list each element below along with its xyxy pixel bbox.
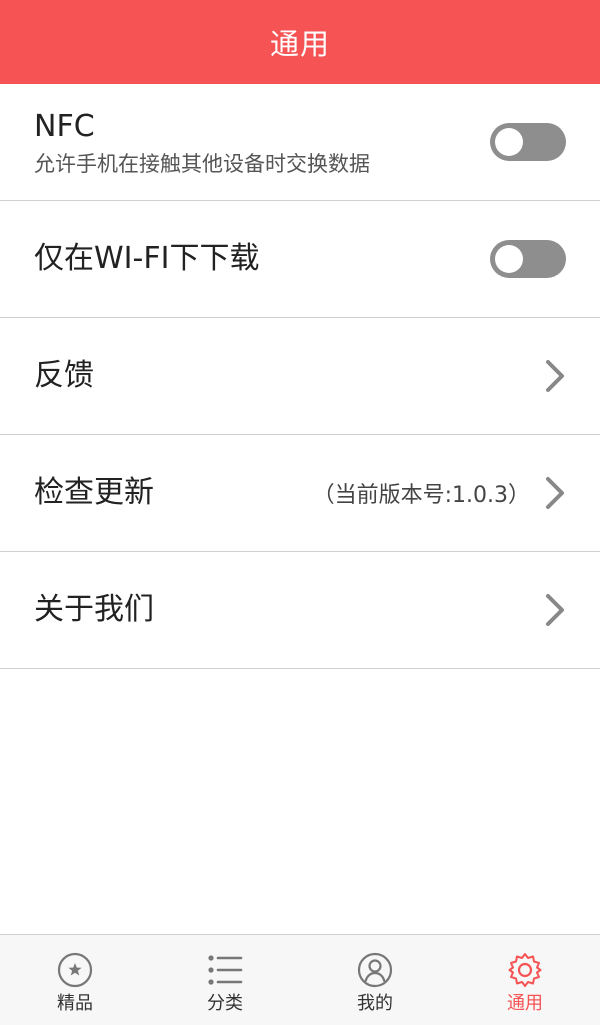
about-label: 关于我们 <box>34 592 154 627</box>
version-text: （当前版本号:1.0.3） <box>312 483 530 508</box>
tab-mine[interactable]: 我的 <box>300 935 450 1025</box>
setting-row-about[interactable]: 关于我们 <box>0 552 600 669</box>
gear-icon <box>508 953 542 987</box>
setting-row-check-update[interactable]: 检查更新 （当前版本号:1.0.3） <box>0 435 600 552</box>
chevron-right-icon <box>546 594 564 626</box>
nfc-description: 允许手机在接触其他设备时交换数据 <box>34 152 370 176</box>
tab-general-label: 通用 <box>507 993 543 1014</box>
check-update-label: 检查更新 <box>34 475 154 510</box>
nfc-toggle-knob <box>495 128 523 156</box>
tab-featured[interactable]: 精品 <box>0 935 150 1025</box>
chevron-right-icon <box>546 360 564 392</box>
wifi-only-toggle[interactable] <box>490 240 566 278</box>
settings-list: NFC 允许手机在接触其他设备时交换数据 仅在WI-FI下下载 反馈 检查更新 … <box>0 84 600 669</box>
wifi-only-toggle-knob <box>495 245 523 273</box>
tab-featured-label: 精品 <box>57 993 93 1014</box>
setting-row-nfc: NFC 允许手机在接触其他设备时交换数据 <box>0 84 600 201</box>
setting-row-wifi-only: 仅在WI-FI下下载 <box>0 201 600 318</box>
nfc-label: NFC <box>34 109 95 144</box>
star-circle-icon <box>57 952 93 988</box>
chevron-right-icon <box>546 477 564 509</box>
tab-general[interactable]: 通用 <box>450 935 600 1025</box>
nfc-toggle[interactable] <box>490 123 566 161</box>
tab-category[interactable]: 分类 <box>150 935 300 1025</box>
top-bar: 通用 <box>0 0 600 84</box>
bottom-tab-bar: 精品 分类 我的 通用 <box>0 934 600 1025</box>
feedback-label: 反馈 <box>34 358 94 393</box>
user-circle-icon <box>357 952 393 988</box>
setting-row-feedback[interactable]: 反馈 <box>0 318 600 435</box>
tab-category-label: 分类 <box>207 993 243 1014</box>
page-title: 通用 <box>269 27 330 61</box>
list-icon <box>208 955 243 985</box>
wifi-only-label: 仅在WI-FI下下载 <box>34 241 260 276</box>
tab-mine-label: 我的 <box>357 993 393 1014</box>
